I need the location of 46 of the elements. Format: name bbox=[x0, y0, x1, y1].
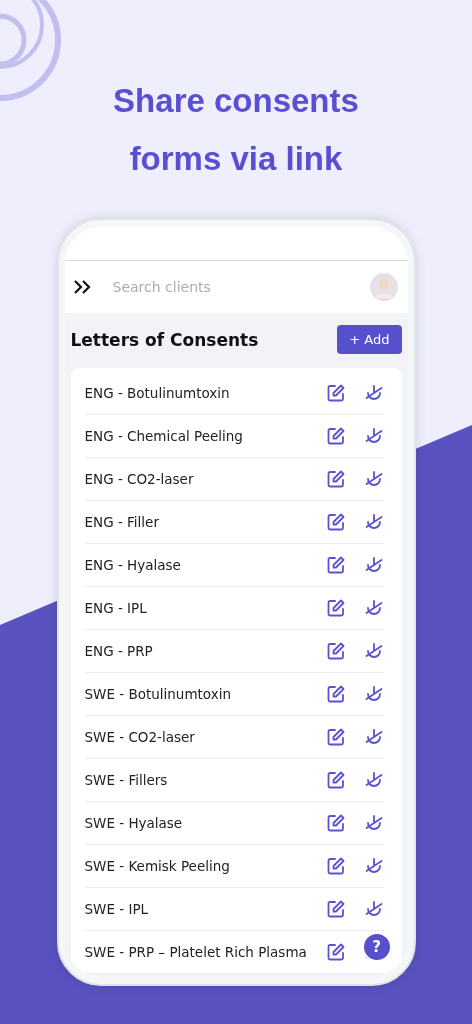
add-button[interactable]: + Add bbox=[337, 325, 402, 354]
edit-icon[interactable] bbox=[325, 813, 346, 833]
slashed-arc-icon[interactable] bbox=[363, 641, 384, 661]
edit-icon[interactable] bbox=[325, 641, 346, 661]
slashed-arc-icon[interactable] bbox=[363, 856, 384, 876]
headline: Share consents forms via link bbox=[112, 81, 360, 179]
letter-name[interactable]: SWE - CO2-laser bbox=[84, 729, 308, 745]
slashed-arc-icon[interactable] bbox=[363, 684, 384, 704]
edit-icon[interactable] bbox=[325, 512, 346, 532]
letter-name[interactable]: SWE - Kemisk Peeling bbox=[84, 858, 308, 874]
letter-name[interactable]: SWE - Hyalase bbox=[84, 815, 308, 831]
slashed-arc-icon[interactable] bbox=[363, 555, 384, 575]
letter-name[interactable]: ENG - Filler bbox=[84, 514, 308, 530]
slashed-arc-icon[interactable] bbox=[363, 899, 384, 919]
expand-icon[interactable] bbox=[72, 279, 93, 295]
letter-name[interactable]: ENG - CO2-laser bbox=[84, 471, 308, 487]
page-title: Letters of Consents bbox=[70, 329, 259, 350]
slashed-arc-icon[interactable] bbox=[363, 770, 384, 790]
edit-icon[interactable] bbox=[325, 727, 346, 747]
edit-icon[interactable] bbox=[325, 555, 346, 575]
edit-icon[interactable] bbox=[325, 684, 346, 704]
slashed-arc-icon[interactable] bbox=[363, 383, 384, 403]
edit-icon[interactable] bbox=[325, 469, 346, 489]
slashed-arc-icon[interactable] bbox=[363, 598, 384, 618]
slashed-arc-icon[interactable] bbox=[363, 426, 384, 446]
edit-icon[interactable] bbox=[325, 770, 346, 790]
letter-name[interactable]: SWE - Fillers bbox=[84, 772, 308, 788]
letter-name[interactable]: ENG - PRP bbox=[84, 643, 308, 659]
edit-icon[interactable] bbox=[325, 598, 346, 618]
slashed-arc-icon[interactable] bbox=[363, 512, 384, 532]
letter-name[interactable]: ENG - Botulinumtoxin bbox=[84, 385, 308, 401]
letter-name[interactable]: SWE - PRP – Platelet Rich Plasma bbox=[84, 944, 308, 960]
edit-icon[interactable] bbox=[325, 942, 346, 962]
search-field[interactable]: Search clients bbox=[112, 275, 350, 299]
slashed-arc-icon[interactable] bbox=[363, 469, 384, 489]
edit-icon[interactable] bbox=[325, 383, 346, 403]
letter-name[interactable]: SWE - Botulinumtoxin bbox=[84, 686, 308, 702]
letter-name[interactable]: ENG - IPL bbox=[84, 600, 308, 616]
edit-icon[interactable] bbox=[325, 856, 346, 876]
edit-icon[interactable] bbox=[325, 899, 346, 919]
slashed-arc-icon[interactable] bbox=[363, 813, 384, 833]
slashed-arc-icon[interactable] bbox=[363, 727, 384, 747]
letter-name[interactable]: SWE - IPL bbox=[84, 901, 308, 917]
letter-name[interactable]: ENG - Hyalase bbox=[84, 557, 308, 573]
letter-name[interactable]: ENG - Chemical Peeling bbox=[84, 428, 308, 444]
edit-icon[interactable] bbox=[325, 426, 346, 446]
